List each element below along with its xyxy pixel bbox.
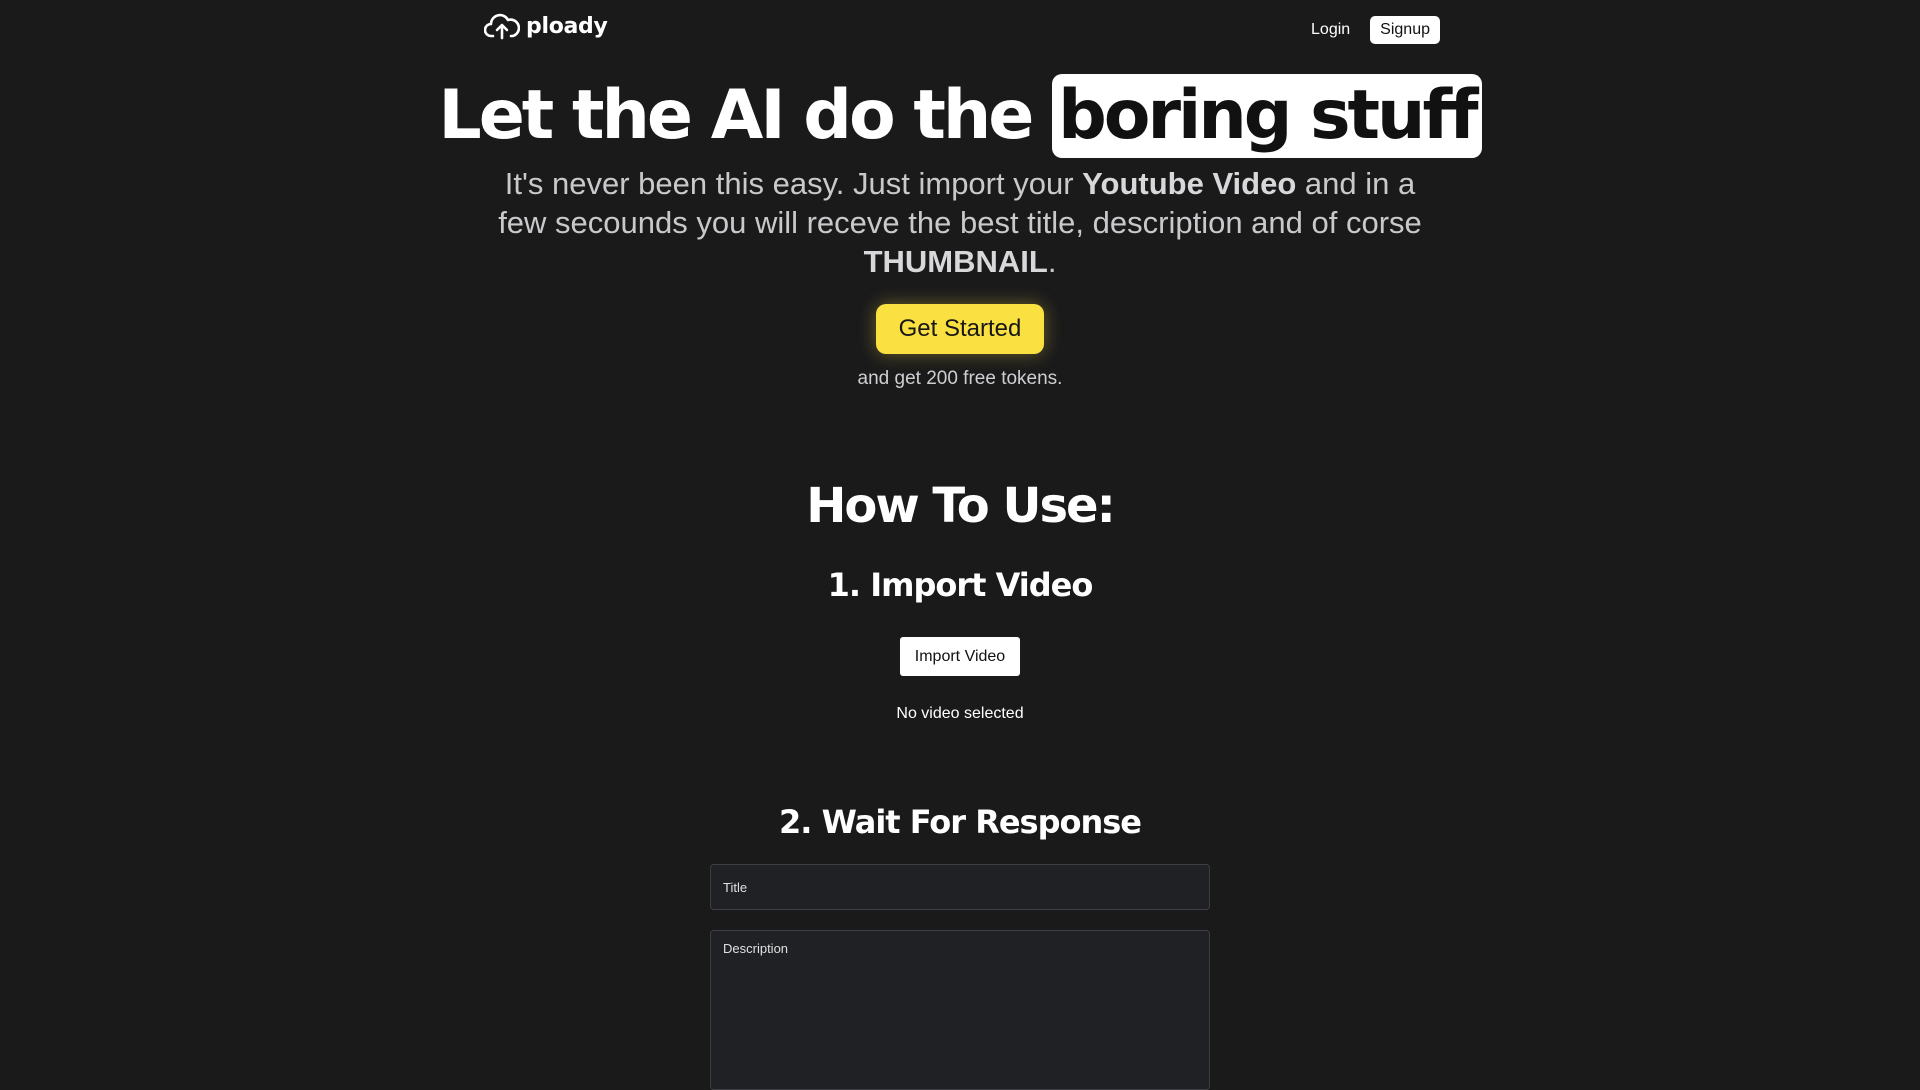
- hero-subtitle-thumbnail: THUMBNAIL: [863, 244, 1048, 279]
- hero-title-lead: Let the AI do the: [438, 76, 1053, 155]
- video-status-text: No video selected: [896, 705, 1024, 722]
- hero-title: Let the AI do the boring stuff: [0, 68, 1920, 164]
- step1-heading: 1. Import Video: [827, 566, 1094, 604]
- nav-actions: Login Signup: [1311, 16, 1440, 44]
- hero-subtitle-part3: .: [1047, 244, 1057, 279]
- how-to-use-heading: How To Use:: [806, 478, 1116, 534]
- login-link[interactable]: Login: [1311, 21, 1350, 39]
- cloud-upload-icon: [484, 12, 520, 40]
- hero-subtitle: It's never been this easy. Just import y…: [480, 164, 1440, 281]
- logo-text: ploady: [526, 13, 608, 39]
- free-tokens-note: and get 200 free tokens.: [857, 368, 1063, 389]
- import-video-button[interactable]: Import Video: [900, 637, 1020, 676]
- signup-button[interactable]: Signup: [1370, 16, 1440, 44]
- title-field[interactable]: [710, 864, 1210, 910]
- hero-subtitle-part1: It's never been this easy. Just import y…: [504, 166, 1083, 201]
- get-started-button[interactable]: Get Started: [876, 304, 1044, 354]
- hero-title-highlight: boring stuff: [1052, 74, 1482, 158]
- logo-link[interactable]: ploady: [484, 12, 608, 40]
- step2-heading: 2. Wait For Response: [779, 803, 1142, 841]
- hero-subtitle-youtube-video: Youtube Video: [1082, 166, 1297, 201]
- hero-section: Let the AI do the boring stuff It's neve…: [0, 68, 1920, 281]
- description-field[interactable]: [710, 930, 1210, 1090]
- navbar: ploady Login Signup: [484, 10, 1440, 50]
